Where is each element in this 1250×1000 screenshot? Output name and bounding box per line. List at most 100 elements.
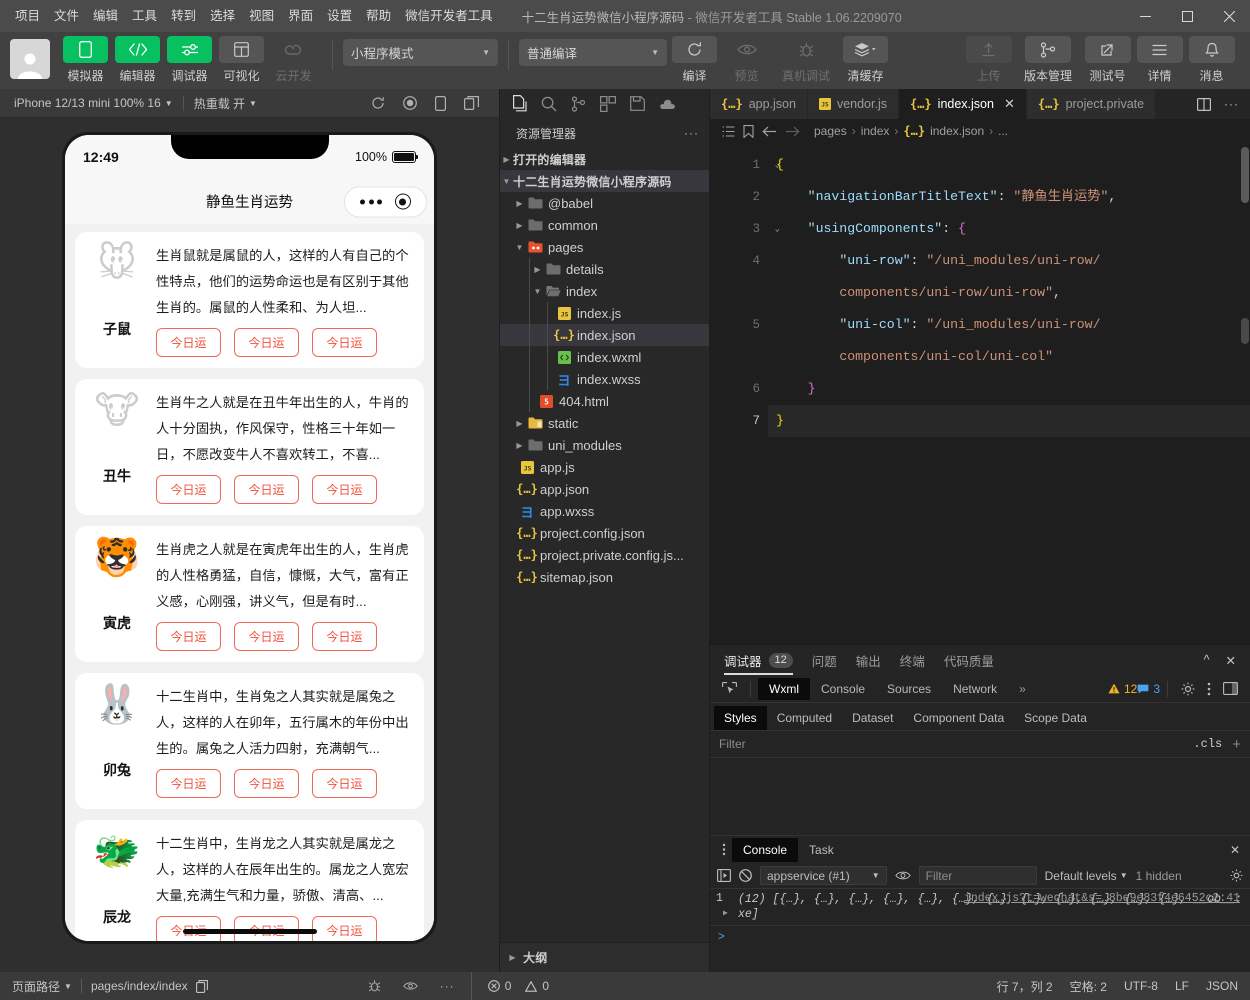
execute-icon[interactable] <box>717 869 731 882</box>
console-message[interactable]: 1 index.js?t=wechat&s=…8be9e83f4e6452c2:… <box>710 889 1250 926</box>
back-icon[interactable] <box>762 126 777 137</box>
editor-scrollbar[interactable] <box>1240 143 1250 644</box>
eye-icon[interactable] <box>895 870 911 881</box>
list-item[interactable]: 🐭 子鼠 生肖鼠就是属鼠的人，这样的人有自己的个性特点，他们的运势命运也是有区别… <box>75 232 424 368</box>
list-item[interactable]: 🐮 丑牛 生肖牛之人就是在丑牛年出生的人，牛肖的人十分固执，作风保守，性格三十年… <box>75 379 424 515</box>
kebab-icon[interactable] <box>1201 682 1217 696</box>
close-icon[interactable]: ✕ <box>1004 96 1015 112</box>
outline-section[interactable]: ▶ 大纲 <box>500 942 709 972</box>
warning-count[interactable]: 0 <box>525 979 549 993</box>
breadcrumb-item-index[interactable]: index <box>861 124 890 138</box>
tree-section-project-root[interactable]: ▼ 十二生肖运势微信小程序源码 <box>500 170 709 192</box>
styles-tab-styles[interactable]: Styles <box>714 706 767 730</box>
toolbar-button-testid[interactable]: 测试号 <box>1084 36 1131 84</box>
console-message-source[interactable]: index.js?t=wechat&s=…8be9e83f4e6452c2:41 <box>964 892 1240 905</box>
warning-count[interactable]: 12 <box>1108 682 1137 696</box>
tree-item-index-json[interactable]: {…} index.json <box>500 324 709 346</box>
language-mode[interactable]: JSON <box>1206 979 1238 993</box>
toolbar-button-clearcache[interactable]: 清缓存 <box>842 36 889 84</box>
devtools-tab-network[interactable]: Network <box>942 678 1008 700</box>
files-icon[interactable] <box>511 95 527 112</box>
scroll-thumb-secondary[interactable] <box>1241 318 1249 344</box>
mode-select[interactable]: 小程序模式 ▼ <box>343 39 498 66</box>
expand-arrow-icon[interactable]: ▶ <box>723 908 728 918</box>
menu-item-interface[interactable]: 界面 <box>281 4 320 28</box>
multiscreen-icon[interactable] <box>464 96 479 111</box>
code-content[interactable]: { "navigationBarTitleText": "静鱼生肖运势", "u… <box>768 143 1250 644</box>
styles-tab-component-data[interactable]: Component Data <box>903 706 1014 730</box>
encoding[interactable]: UTF-8 <box>1124 979 1158 993</box>
tree-item-index-wxss[interactable]: ヨ index.wxss <box>500 368 709 390</box>
tree-item-index-folder[interactable]: ▼ index <box>500 280 709 302</box>
tab-code-quality[interactable]: 代码质量 <box>944 645 994 675</box>
line-ending[interactable]: LF <box>1175 979 1189 993</box>
today-fortune-button[interactable]: 今日运 <box>312 916 377 941</box>
copy-icon[interactable] <box>196 980 208 993</box>
menu-item-goto[interactable]: 转到 <box>164 4 203 28</box>
today-fortune-button[interactable]: 今日运 <box>156 475 221 504</box>
list-item[interactable]: 🐰 卯兔 十二生肖中，生肖兔之人其实就是属兔之人，这样的人在卯年，五行属木的年份… <box>75 673 424 809</box>
today-fortune-button[interactable]: 今日运 <box>312 622 377 651</box>
tree-item-babel[interactable]: ▶ @babel <box>500 192 709 214</box>
menu-item-view[interactable]: 视图 <box>242 4 281 28</box>
dock-icon[interactable] <box>1217 682 1244 695</box>
maximize-button[interactable] <box>1166 0 1208 32</box>
code-editor[interactable]: 1⌄ 2 3⌄ 4 5 6 7 { "navigationBarTitleTex… <box>710 143 1250 644</box>
devtools-tab-console[interactable]: Console <box>810 678 876 700</box>
kebab-icon[interactable] <box>716 843 732 856</box>
split-editor-icon[interactable] <box>1197 98 1211 111</box>
bug-icon[interactable] <box>368 979 381 993</box>
toolbar-button-debugger[interactable]: 调试器 <box>166 36 213 84</box>
toolbar-button-realdevice[interactable]: 真机调试 <box>775 36 837 84</box>
eye-icon[interactable] <box>403 981 418 991</box>
device-select[interactable]: iPhone 12/13 mini 100% 16 ▼ <box>8 96 179 110</box>
rotate-icon[interactable] <box>435 96 446 111</box>
tree-item-app-wxss[interactable]: ヨ app.wxss <box>500 500 709 522</box>
tree-item-common[interactable]: ▶ common <box>500 214 709 236</box>
tab-debugger[interactable]: 调试器 12 <box>724 645 793 675</box>
menu-item-file[interactable]: 文件 <box>47 4 86 28</box>
tab-project-private[interactable]: {…} project.private <box>1027 89 1156 119</box>
cursor-position[interactable]: 行 7，列 2 <box>997 978 1053 995</box>
zodiac-card-list[interactable]: 🐭 子鼠 生肖鼠就是属鼠的人，这样的人有自己的个性特点，他们的运势命运也是有区别… <box>65 224 434 941</box>
extensions-icon[interactable] <box>600 96 616 112</box>
toolbar-button-editor[interactable]: 编辑器 <box>114 36 161 84</box>
menu-item-edit[interactable]: 编辑 <box>86 4 125 28</box>
inspect-element-icon[interactable] <box>716 682 743 696</box>
toolbar-button-compile[interactable]: 编译 <box>671 36 718 84</box>
menu-item-settings[interactable]: 设置 <box>320 4 359 28</box>
tree-item-app-js[interactable]: JS app.js <box>500 456 709 478</box>
error-count[interactable]: 0 <box>488 979 512 993</box>
tab-index-json[interactable]: {…} index.json ✕ <box>899 89 1027 119</box>
today-fortune-button[interactable]: 今日运 <box>312 769 377 798</box>
tab-terminal[interactable]: 终端 <box>900 645 925 675</box>
styles-tab-dataset[interactable]: Dataset <box>842 706 903 730</box>
tree-item-index-wxml[interactable]: index.wxml <box>500 346 709 368</box>
clear-console-icon[interactable] <box>739 869 752 882</box>
tab-output[interactable]: 输出 <box>856 645 881 675</box>
toolbar-button-details[interactable]: 详情 <box>1136 36 1183 84</box>
save-icon[interactable] <box>630 96 645 111</box>
list-item[interactable]: 🐯 寅虎 生肖虎之人就是在寅虎年出生的人，生肖虎的人性格勇猛，自信，慷慨，大气，… <box>75 526 424 662</box>
cls-button[interactable]: .cls <box>1193 737 1222 751</box>
tree-item-app-json[interactable]: {…} app.json <box>500 478 709 500</box>
avatar[interactable] <box>10 39 50 79</box>
indentation[interactable]: 空格: 2 <box>1070 978 1107 995</box>
close-button[interactable] <box>1208 0 1250 32</box>
more-icon[interactable]: ··· <box>1224 97 1239 111</box>
toolbar-button-version[interactable]: 版本管理 <box>1017 36 1079 84</box>
toolbar-button-preview[interactable]: 预览 <box>723 36 770 84</box>
tree-section-open-editors[interactable]: ▶ 打开的编辑器 <box>500 148 709 170</box>
cloud-dev-icon[interactable] <box>659 98 676 110</box>
menu-item-select[interactable]: 选择 <box>203 4 242 28</box>
hotreload-select[interactable]: 热重载 开 ▼ <box>188 95 263 112</box>
scroll-thumb[interactable] <box>1241 147 1249 203</box>
capsule-buttons[interactable] <box>344 186 427 217</box>
today-fortune-button[interactable]: 今日运 <box>234 328 299 357</box>
today-fortune-button[interactable]: 今日运 <box>312 475 377 504</box>
tree-item-project-config[interactable]: {…} project.config.json <box>500 522 709 544</box>
collapse-icon[interactable]: ^ <box>1204 653 1210 668</box>
gear-icon[interactable] <box>1175 682 1201 696</box>
close-icon[interactable]: ✕ <box>1226 653 1236 668</box>
today-fortune-button[interactable]: 今日运 <box>234 475 299 504</box>
